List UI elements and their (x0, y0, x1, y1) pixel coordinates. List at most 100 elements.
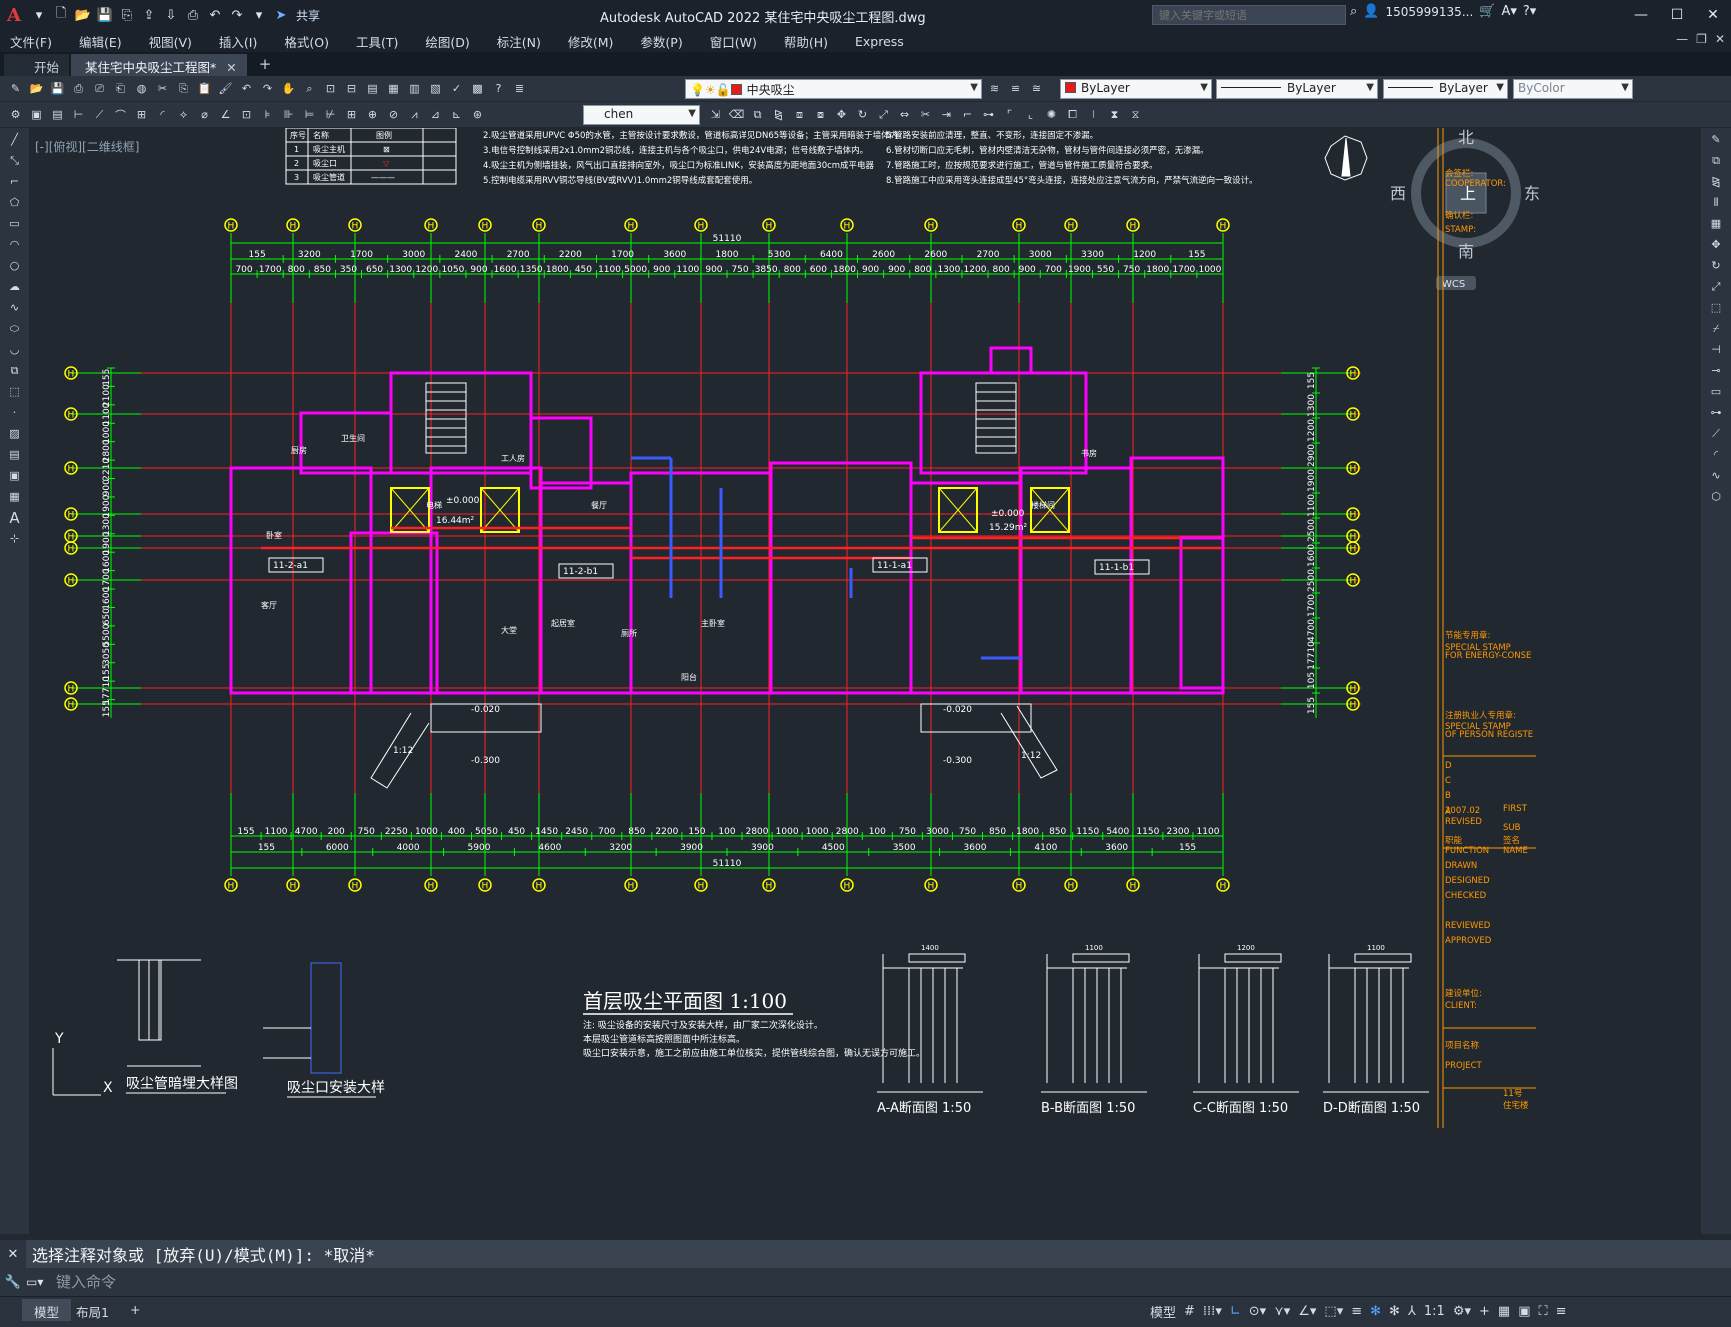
linetype-dropdown[interactable]: ByLayer ▼ (1216, 79, 1378, 99)
lineweight-dropdown[interactable]: ByLayer ▼ (1383, 79, 1508, 99)
autodesk-app-icon[interactable]: A▾ (1501, 4, 1516, 19)
redo-icon[interactable]: ↷ (226, 4, 248, 26)
add-selected-icon[interactable]: ⊹ (5, 529, 24, 548)
dim-linear-icon[interactable]: ⊢ (69, 105, 88, 124)
save-web-icon[interactable]: ⇩ (160, 4, 182, 26)
inspection-icon[interactable]: ⊘ (384, 105, 403, 124)
circle-icon[interactable]: ○ (5, 256, 24, 275)
cart-icon[interactable]: 🛒 (1479, 4, 1495, 19)
menu-window[interactable]: 窗口(W) (710, 32, 757, 51)
compass-west[interactable]: 西 (1390, 184, 1406, 203)
polygon-icon[interactable]: ⬠ (5, 193, 24, 212)
viewcube[interactable]: 上 北 南 东 西 WCS (1390, 128, 1540, 290)
dim-baseline-icon[interactable]: ⊧ (258, 105, 277, 124)
break-at-point-icon[interactable]: ⊸ (1707, 361, 1726, 380)
save-as-icon[interactable]: ⎘ (116, 4, 138, 26)
extend-icon[interactable]: ⊣ (1707, 340, 1726, 359)
user-name[interactable]: 1505999135... (1385, 5, 1473, 19)
workspace-gear-icon[interactable]: ⚙▾ (1453, 1304, 1471, 1319)
share-icon[interactable]: ➤ (270, 4, 292, 26)
toolpalettes-icon[interactable]: ▥ (405, 79, 424, 98)
layer-manager-icon[interactable]: ≣ (510, 79, 529, 98)
trim-icon[interactable]: ✂ (916, 105, 935, 124)
cad-drawing[interactable]: 序号 名称 图例 1 吸尘主机 ⊠ 2 吸尘口 ▽ 3 吸尘管道 ——— 2.吸… (31, 128, 1701, 1234)
join-icon[interactable]: ⊶ (1707, 403, 1726, 422)
redo-icon[interactable]: ↷ (258, 79, 277, 98)
dimstyle-icon[interactable]: ⇲ (706, 105, 725, 124)
lineweight-icon[interactable]: ≡ (1351, 1304, 1362, 1319)
annotation-visibility-icon[interactable]: ✻ (1370, 1304, 1381, 1319)
designcenter-icon[interactable]: ▦ (384, 79, 403, 98)
center-mark-icon[interactable]: ⊕ (363, 105, 382, 124)
qnew-icon[interactable]: ✎ (6, 79, 25, 98)
fillet-icon[interactable]: ⌞ (1021, 105, 1040, 124)
compass-south[interactable]: 南 (1458, 242, 1474, 261)
plot-icon[interactable]: ⎙ (69, 79, 88, 98)
drawing-canvas[interactable]: 序号 名称 图例 1 吸尘主机 ⊠ 2 吸尘口 ▽ 3 吸尘管道 ——— 2.吸… (31, 128, 1701, 1234)
layer-dropdown[interactable]: 💡☀🔓 中央吸尘 ▼ (685, 79, 982, 99)
menu-help[interactable]: 帮助(H) (784, 32, 828, 51)
viewport-controls[interactable]: [-][俯视][二维线框] (35, 138, 139, 155)
app-menu-chevron-icon[interactable]: ▾ (28, 4, 50, 26)
print-icon[interactable]: ⎙ (182, 4, 204, 26)
open-icon[interactable]: 📂 (27, 79, 46, 98)
properties-icon[interactable]: ▤ (363, 79, 382, 98)
table-icon[interactable]: ▦ (5, 487, 24, 506)
ellipse-arc-icon[interactable]: ◡ (5, 340, 24, 359)
dim-text-edit-icon[interactable]: ⊾ (447, 105, 466, 124)
menu-insert[interactable]: 插入(I) (219, 32, 257, 51)
undo-icon[interactable]: ↶ (237, 79, 256, 98)
add-layout-icon[interactable]: + (118, 1299, 152, 1321)
dim-angular-icon[interactable]: ∠ (216, 105, 235, 124)
menu-express[interactable]: Express (855, 34, 904, 49)
trim-icon[interactable]: ⌿ (1707, 319, 1726, 338)
mtext-icon[interactable]: A (5, 508, 24, 527)
line-icon[interactable]: ╱ (5, 130, 24, 149)
zoom-realtime-icon[interactable]: ⌕ (300, 79, 319, 98)
text-style-dropdown[interactable]: chen ▼ (583, 105, 700, 125)
maximize-button[interactable]: ☐ (1659, 0, 1695, 30)
3dprint-icon[interactable]: ◍ (132, 79, 151, 98)
region-icon[interactable]: ▣ (5, 466, 24, 485)
point-icon[interactable]: · (5, 403, 24, 422)
move-icon[interactable]: ✥ (1707, 235, 1726, 254)
osnap-icon[interactable]: ⬚▾ (1324, 1304, 1343, 1319)
group-icon[interactable]: ⧙ (1084, 105, 1103, 124)
layer-state-icon[interactable]: ▣ (27, 105, 46, 124)
compass-east[interactable]: 东 (1524, 184, 1540, 203)
offset-icon[interactable]: ⧈ (790, 105, 809, 124)
dim-arc-icon[interactable]: ⌒ (111, 105, 130, 124)
tab-start[interactable]: 开始 (4, 54, 70, 76)
explode-icon[interactable]: ✺ (1042, 105, 1061, 124)
compass-north[interactable]: 北 (1458, 128, 1474, 147)
menu-view[interactable]: 视图(V) (149, 32, 192, 51)
help-search-input[interactable] (1152, 5, 1346, 25)
search-icon[interactable]: ⌕ (1350, 4, 1357, 19)
publish-icon[interactable]: ⎗ (111, 79, 130, 98)
hatch-icon[interactable]: ▨ (5, 424, 24, 443)
dim-radius-icon[interactable]: ◜ (153, 105, 172, 124)
make-current-icon[interactable]: ≌ (1006, 79, 1025, 98)
rectangle-icon[interactable]: ▭ (5, 214, 24, 233)
dim-space-icon[interactable]: ⊨ (300, 105, 319, 124)
menu-edit[interactable]: 编辑(E) (79, 32, 122, 51)
revcloud-icon[interactable]: ☁ (5, 277, 24, 296)
workspace-icon[interactable]: ⚙ (6, 105, 25, 124)
rotate-icon[interactable]: ↻ (853, 105, 872, 124)
menu-tools[interactable]: 工具(T) (356, 32, 398, 51)
array-icon[interactable]: ▦ (1707, 214, 1726, 233)
zoom-previous-icon[interactable]: ⊟ (342, 79, 361, 98)
break-icon[interactable]: ▭ (1707, 382, 1726, 401)
open-web-icon[interactable]: ⇪ (138, 4, 160, 26)
otrack-icon[interactable]: ∠▾ (1298, 1304, 1316, 1319)
rotate-icon[interactable]: ↻ (1707, 256, 1726, 275)
tolerance-icon[interactable]: ⊞ (342, 105, 361, 124)
gradient-icon[interactable]: ▤ (5, 445, 24, 464)
help-icon[interactable]: ?▾ (1523, 4, 1536, 19)
quick-dim-icon[interactable]: ⊡ (237, 105, 256, 124)
sheetset-icon[interactable]: ▧ (426, 79, 445, 98)
cut-icon[interactable]: ✂ (153, 79, 172, 98)
mirror-icon[interactable]: ⧎ (769, 105, 788, 124)
customization-icon[interactable]: ≡ (1556, 1304, 1567, 1319)
undo-icon[interactable]: ↶ (204, 4, 226, 26)
